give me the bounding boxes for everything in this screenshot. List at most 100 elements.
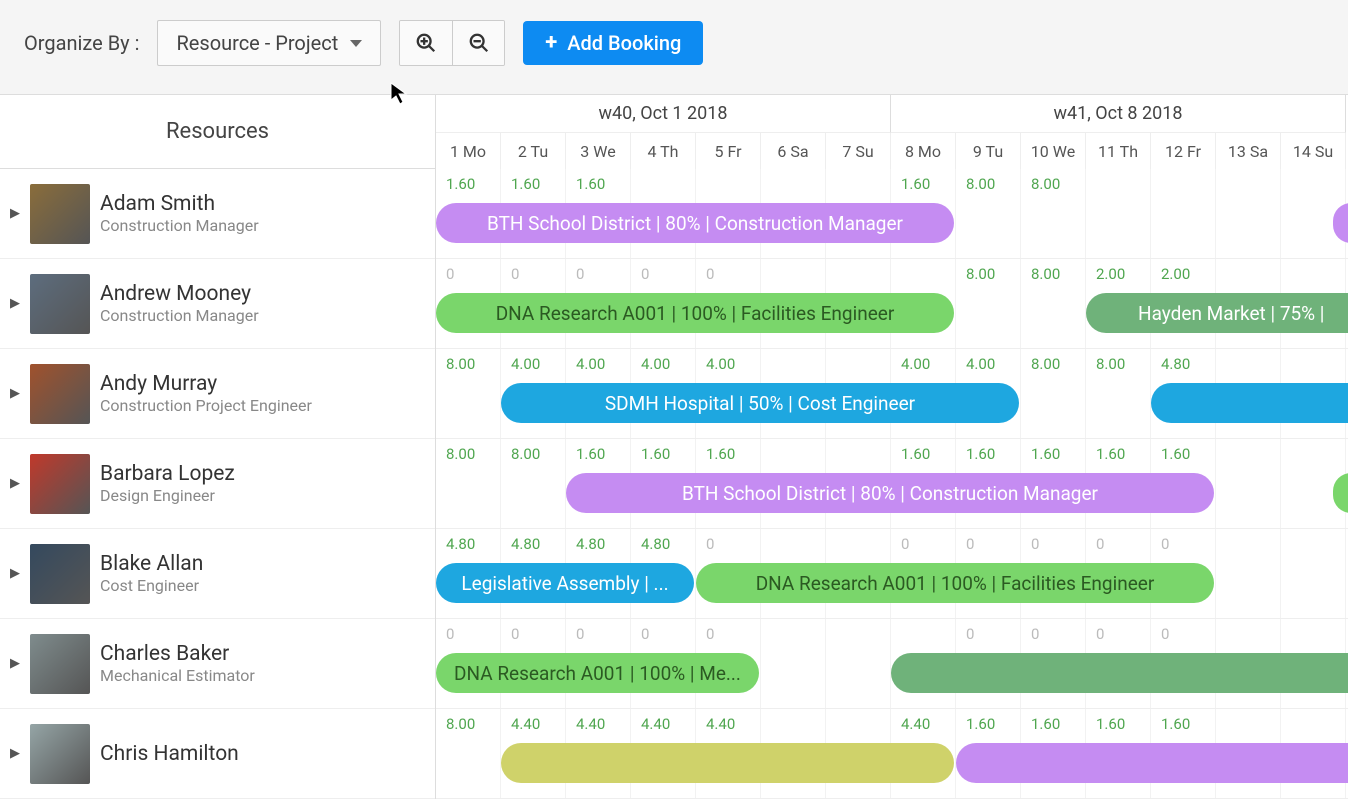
day-header: 10 We [1021,133,1086,169]
week-header: w40, Oct 1 2018 [436,95,891,133]
booking-bar[interactable]: BTH School District | 80% | Construction… [566,473,1214,513]
resource-row[interactable]: ▶ Blake Allan Cost Engineer [0,529,435,619]
toolbar: Organize By : Resource - Project + Add B… [0,0,1348,94]
expand-icon[interactable]: ▶ [10,746,20,761]
day-header: 3 We [566,133,631,169]
day-header: 2 Tu [501,133,566,169]
resource-role: Design Engineer [100,486,235,505]
hours-cell: 8.00 [956,259,1021,348]
plus-icon: + [545,32,557,54]
schedule-row: 8.004.004.004.004.004.004.008.008.004.80… [436,349,1348,439]
hours-cell: 8.00 [436,439,501,528]
hours-cell [1216,529,1281,618]
resource-name: Adam Smith [100,192,259,216]
booking-bar[interactable]: DNA Research A001 | 100% | Facilities En… [436,293,954,333]
resource-role: Construction Project Engineer [100,396,312,415]
expand-icon[interactable]: ▶ [10,566,20,581]
resources-header: Resources [0,95,435,169]
booking-bar[interactable]: SDMH Hospital | 50% | Cost Engineer [501,383,1019,423]
hours-cell [1216,169,1281,258]
hours-cell [761,619,826,708]
hours-cell: 8.00 [1021,169,1086,258]
booking-bar[interactable]: BTH School District | 80% | Construction… [436,203,954,243]
day-header: 8 Mo [891,133,956,169]
day-header: 5 Fr [696,133,761,169]
organize-by-label: Organize By : [24,31,139,55]
avatar [30,634,90,694]
resource-role: Construction Manager [100,306,259,325]
resources-column: Resources ▶ Adam Smith Construction Mana… [0,95,436,799]
avatar [30,274,90,334]
add-booking-button[interactable]: + Add Booking [523,21,703,65]
resource-role: Mechanical Estimator [100,666,255,685]
zoom-in-button[interactable] [400,21,452,65]
schedule-row: 4.804.804.804.80000000Legislative Assemb… [436,529,1348,619]
hours-cell: 8.00 [436,709,501,798]
schedule-row: 1.601.601.601.608.008.00BTH School Distr… [436,169,1348,259]
hours-cell [1151,169,1216,258]
expand-icon[interactable]: ▶ [10,386,20,401]
resource-row[interactable]: ▶ Chris Hamilton [0,709,435,799]
booking-bar[interactable]: DNA Research A001 | 100% | Me... [436,653,759,693]
day-header: 7 Su [826,133,891,169]
day-header: 4 Th [631,133,696,169]
chevron-down-icon [350,40,362,47]
day-header: 12 Fr [1151,133,1216,169]
expand-icon[interactable]: ▶ [10,296,20,311]
hours-cell: 8.00 [501,439,566,528]
zoom-out-button[interactable] [452,21,504,65]
hours-cell: 8.00 [1021,259,1086,348]
booking-bar[interactable] [1333,203,1348,243]
booking-bar[interactable] [1151,383,1348,423]
expand-icon[interactable]: ▶ [10,476,20,491]
hours-cell: 8.00 [1086,349,1151,438]
timeline-column: w40, Oct 1 2018 w41, Oct 8 2018 1 Mo2 Tu… [436,95,1348,799]
avatar [30,364,90,424]
zoom-out-icon [468,32,490,54]
booking-bar[interactable]: Legislative Assembly | ... [436,563,694,603]
organize-by-dropdown[interactable]: Resource - Project [157,20,381,66]
hours-cell: 8.00 [1021,349,1086,438]
schedule-row: 000000000DNA Research A001 | 100% | Me..… [436,619,1348,709]
add-booking-label: Add Booking [567,31,681,55]
avatar [30,544,90,604]
schedule-row: 8.008.001.601.601.601.601.601.601.601.60… [436,439,1348,529]
booking-bar[interactable] [891,653,1348,693]
resource-row[interactable]: ▶ Adam Smith Construction Manager [0,169,435,259]
resource-name: Andrew Mooney [100,282,259,306]
resource-name: Andy Murray [100,372,312,396]
booking-bar[interactable]: DNA Research A001 | 100% | Facilities En… [696,563,1214,603]
hours-cell [826,619,891,708]
day-header: 14 Su [1281,133,1346,169]
resource-row[interactable]: ▶ Andrew Mooney Construction Manager [0,259,435,349]
expand-icon[interactable]: ▶ [10,206,20,221]
booking-bar[interactable] [956,743,1348,783]
resource-name: Charles Baker [100,642,255,666]
schedule-grid: Resources ▶ Adam Smith Construction Mana… [0,94,1348,799]
hours-cell: 8.00 [956,169,1021,258]
schedule-row: 000008.008.002.002.00DNA Research A001 |… [436,259,1348,349]
avatar [30,454,90,514]
week-header: w41, Oct 8 2018 [891,95,1346,133]
timeline-header: w40, Oct 1 2018 w41, Oct 8 2018 1 Mo2 Tu… [436,95,1348,169]
booking-bar[interactable]: Hayden Market | 75% | [1086,293,1348,333]
hours-cell [1281,529,1346,618]
organize-by-value: Resource - Project [176,31,338,55]
zoom-group [399,20,505,66]
resource-row[interactable]: ▶ Charles Baker Mechanical Estimator [0,619,435,709]
hours-cell: 8.00 [436,349,501,438]
day-header: 9 Tu [956,133,1021,169]
resource-role: Cost Engineer [100,576,203,595]
day-header: 11 Th [1086,133,1151,169]
booking-bar[interactable] [501,743,954,783]
schedule-row: 8.004.404.404.404.404.401.601.601.601.60 [436,709,1348,799]
day-header: 6 Sa [761,133,826,169]
day-header: 13 Sa [1216,133,1281,169]
avatar [30,184,90,244]
resource-row[interactable]: ▶ Barbara Lopez Design Engineer [0,439,435,529]
booking-bar[interactable] [1333,473,1348,513]
day-header: 1 Mo [436,133,501,169]
resource-name: Barbara Lopez [100,462,235,486]
expand-icon[interactable]: ▶ [10,656,20,671]
resource-row[interactable]: ▶ Andy Murray Construction Project Engin… [0,349,435,439]
